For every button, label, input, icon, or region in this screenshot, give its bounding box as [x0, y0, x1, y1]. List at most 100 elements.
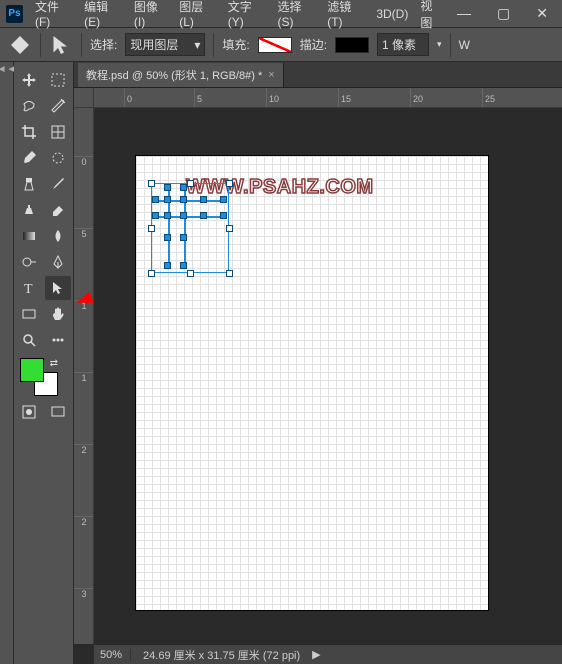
transform-handle[interactable] [187, 270, 194, 277]
anchor-point[interactable] [200, 212, 207, 219]
chevron-down-icon: ▾ [194, 38, 200, 52]
ruler-origin[interactable] [74, 88, 94, 108]
edit-toolbar[interactable] [45, 328, 71, 352]
blur-tool[interactable] [45, 224, 71, 248]
window-minimize[interactable]: — [449, 3, 479, 24]
transform-handle[interactable] [226, 225, 233, 232]
transform-handle[interactable] [226, 270, 233, 277]
ruler-tick: 5 [74, 228, 94, 239]
color-swatches[interactable]: ⇄ [20, 358, 58, 396]
canvas-viewport[interactable]: WWW.PSAHZ.COM [94, 108, 562, 644]
stroke-width-input[interactable]: 1 像素 [377, 33, 429, 56]
transform-handle[interactable] [148, 180, 155, 187]
window-controls: — ▢ ✕ [449, 3, 556, 24]
transform-handle[interactable] [187, 180, 194, 187]
crop-tool[interactable] [16, 120, 42, 144]
magic-wand-tool[interactable] [45, 94, 71, 118]
move-tool[interactable] [16, 68, 42, 92]
anchor-point[interactable] [220, 212, 227, 219]
window-close[interactable]: ✕ [528, 3, 556, 24]
quick-selection-tool[interactable] [45, 146, 71, 170]
menu-select[interactable]: 选择(S) [271, 0, 321, 32]
anchor-point[interactable] [200, 196, 207, 203]
eyedropper-tool[interactable] [16, 146, 42, 170]
ruler-tick: 10 [266, 88, 279, 108]
menu-image[interactable]: 图像(I) [128, 0, 173, 32]
eraser-tool[interactable] [45, 198, 71, 222]
menu-edit[interactable]: 编辑(E) [78, 0, 128, 32]
select-dropdown[interactable]: 现用图层▾ [125, 33, 205, 56]
slice-tool[interactable] [45, 120, 71, 144]
stroke-swatch[interactable] [335, 37, 369, 53]
clone-stamp-tool[interactable] [16, 198, 42, 222]
screen-mode-tool[interactable] [45, 400, 71, 424]
brush-tool[interactable] [45, 172, 71, 196]
dodge-tool[interactable] [16, 250, 42, 274]
ruler-tick: 1 [74, 372, 94, 383]
menu-file[interactable]: 文件(F) [29, 0, 78, 32]
anchor-point[interactable] [164, 262, 171, 269]
ruler-tick: 2 [74, 444, 94, 455]
anchor-point[interactable] [152, 212, 159, 219]
ruler-tick: 3 [74, 588, 94, 599]
transform-handle[interactable] [148, 225, 155, 232]
menu-layer[interactable]: 图层(L) [173, 0, 222, 32]
anchor-point[interactable] [180, 196, 187, 203]
gradient-tool[interactable] [16, 224, 42, 248]
anchor-point[interactable] [164, 184, 171, 191]
transform-handle[interactable] [148, 270, 155, 277]
document-tab[interactable]: 教程.psd @ 50% (形状 1, RGB/8#) * × [78, 63, 284, 87]
zoom-tool[interactable] [16, 328, 42, 352]
anchor-point[interactable] [180, 234, 187, 241]
horizontal-ruler[interactable]: 0510152025 [94, 88, 562, 108]
anchor-point[interactable] [180, 184, 187, 191]
selection-bbox [151, 183, 229, 273]
svg-text:T: T [24, 282, 33, 296]
menu-type[interactable]: 文字(Y) [222, 0, 272, 32]
pen-tool[interactable] [45, 250, 71, 274]
hand-tool[interactable] [45, 302, 71, 326]
panel-collapse-handle[interactable]: ◄◄ [0, 62, 14, 664]
path-selection-indicator-icon [49, 33, 73, 57]
ruler-tick: 2 [74, 516, 94, 527]
menu-view[interactable]: 视图 [414, 0, 449, 34]
options-bar: 选择: 现用图层▾ 填充: 描边: 1 像素 ▾ W [0, 28, 562, 62]
vertical-ruler[interactable]: 0511223 [74, 108, 94, 644]
quick-mask-tool[interactable] [16, 400, 42, 424]
foreground-color-swatch[interactable] [20, 358, 44, 382]
path-selection-tool[interactable] [45, 276, 71, 300]
anchor-point[interactable] [164, 234, 171, 241]
marquee-tool[interactable] [45, 68, 71, 92]
type-tool[interactable]: T [16, 276, 42, 300]
stroke-width-chevron-icon[interactable]: ▾ [437, 39, 442, 50]
window-maximize[interactable]: ▢ [489, 3, 518, 24]
status-bar: 50% 24.69 厘米 x 31.75 厘米 (72 ppi) ▶ [94, 644, 562, 664]
swap-colors-icon[interactable]: ⇄ [50, 358, 58, 369]
transform-handle[interactable] [226, 180, 233, 187]
canvas-paper[interactable]: WWW.PSAHZ.COM [136, 156, 488, 610]
ruler-tick: 0 [124, 88, 132, 108]
close-tab-icon[interactable]: × [268, 69, 274, 81]
document-tab-row: 教程.psd @ 50% (形状 1, RGB/8#) * × [74, 62, 562, 88]
zoom-level[interactable]: 50% [100, 649, 131, 661]
menu-filter[interactable]: 滤镜(T) [321, 0, 370, 32]
anchor-point[interactable] [164, 212, 171, 219]
ruler-tick: 5 [194, 88, 202, 108]
document-area: 教程.psd @ 50% (形状 1, RGB/8#) * × 05101520… [74, 62, 562, 664]
lasso-tool[interactable] [16, 94, 42, 118]
anchor-point[interactable] [180, 262, 187, 269]
fill-swatch[interactable] [258, 37, 292, 53]
healing-brush-tool[interactable] [16, 172, 42, 196]
anchor-point[interactable] [164, 196, 171, 203]
select-label: 选择: [90, 36, 117, 53]
anchor-point[interactable] [220, 196, 227, 203]
anchor-point[interactable] [180, 212, 187, 219]
anchor-point[interactable] [152, 196, 159, 203]
tool-preset-icon[interactable] [8, 33, 32, 57]
rectangle-tool[interactable] [16, 302, 42, 326]
ruler-tick: 15 [338, 88, 351, 108]
menu-3d[interactable]: 3D(D) [370, 4, 414, 24]
ruler-tick: 20 [410, 88, 423, 108]
titlebar: Ps 文件(F) 编辑(E) 图像(I) 图层(L) 文字(Y) 选择(S) 滤… [0, 0, 562, 28]
status-arrow-icon[interactable]: ▶ [312, 648, 320, 661]
